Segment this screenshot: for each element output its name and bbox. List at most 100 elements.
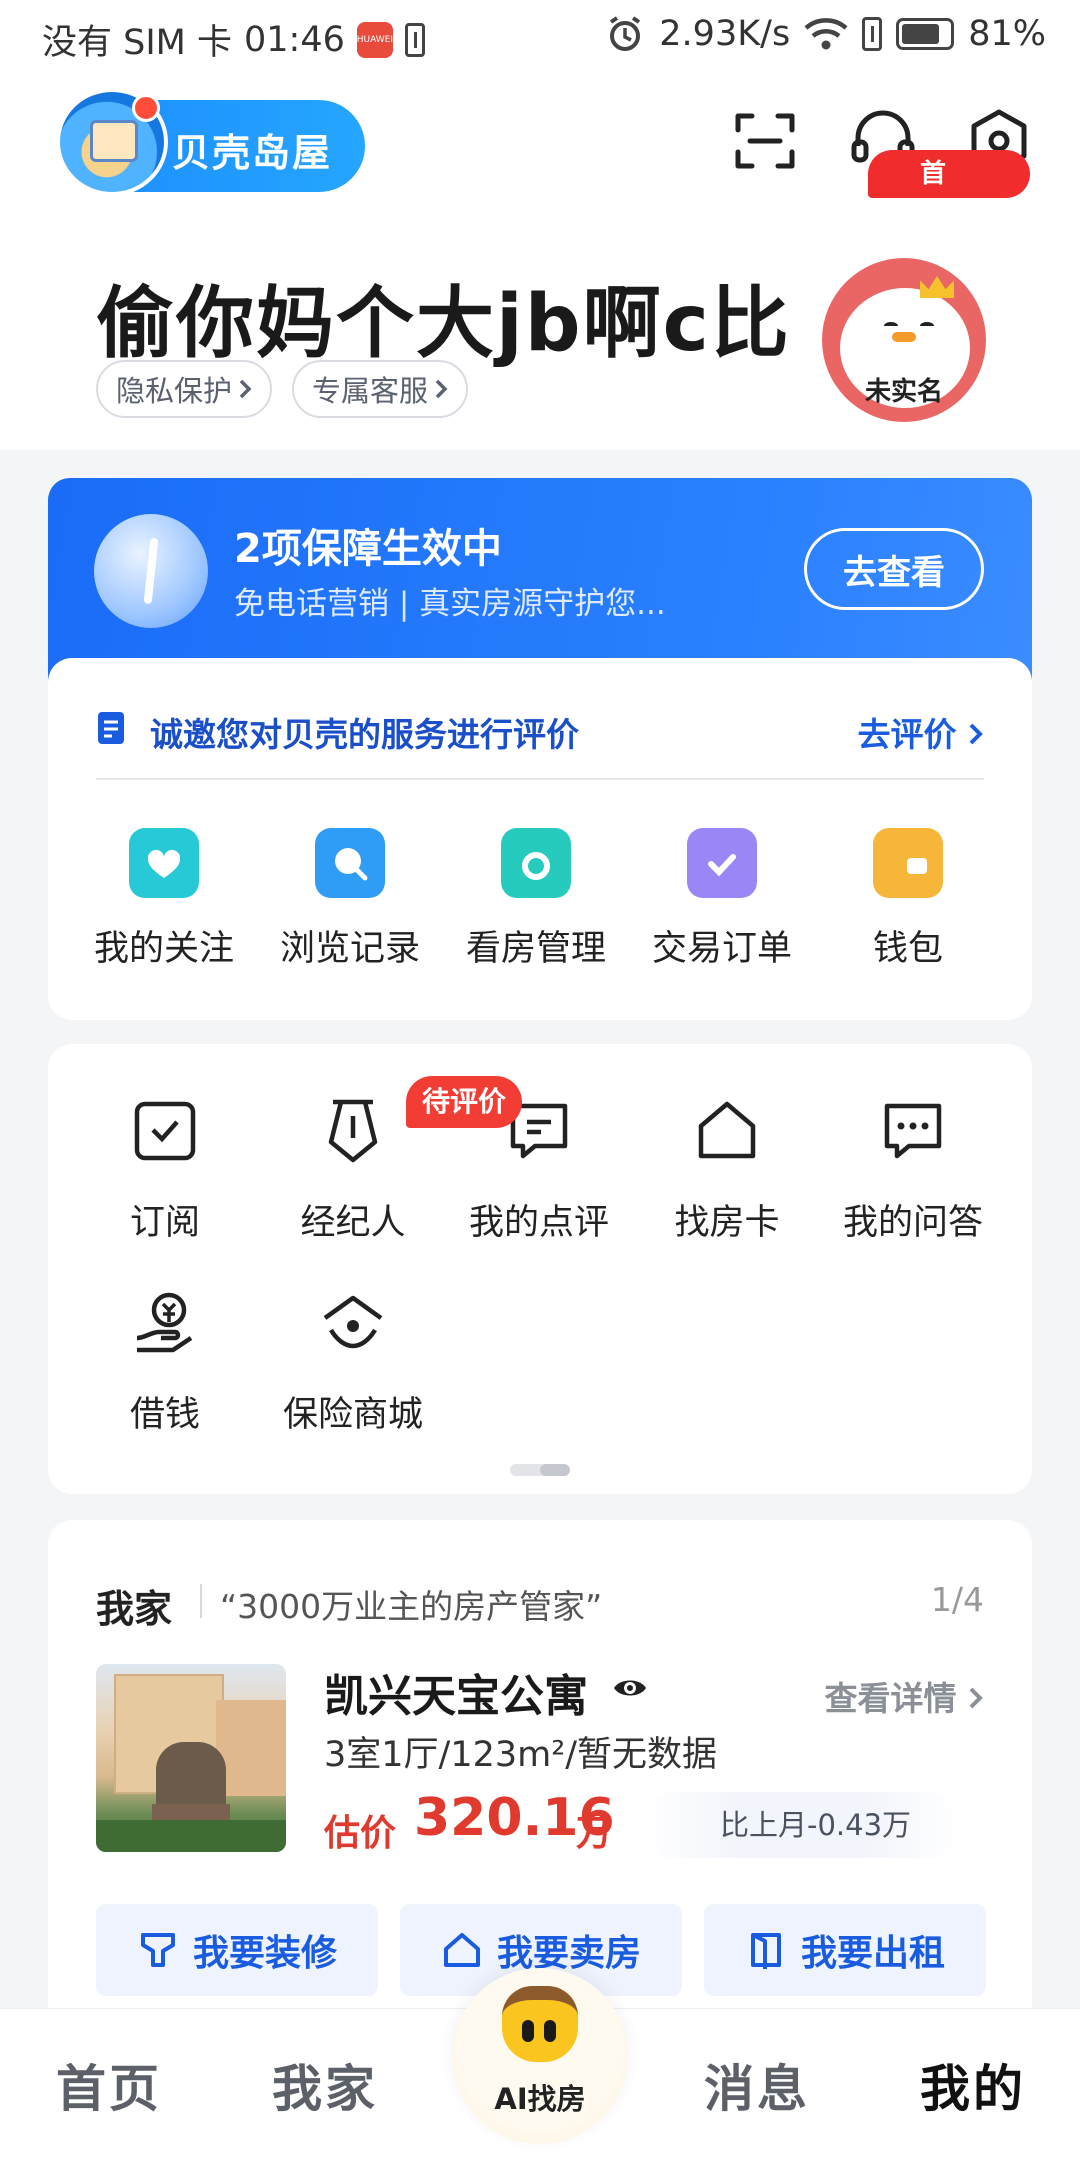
photo-bushes: [96, 1820, 286, 1852]
quick-actions-card: 诚邀您对贝壳的服务进行评价 去评价 我的关注 浏览记录 看房管理 交易订单 钱包: [48, 658, 1032, 1020]
evaluate-link[interactable]: 去评价: [858, 708, 985, 756]
heart-icon: [147, 849, 181, 878]
chevron-right-icon: [239, 379, 252, 399]
tool-label: 借钱: [129, 1395, 200, 1435]
house-icon: [90, 120, 138, 162]
price-label: 估价: [324, 1813, 397, 1854]
chevron-right-icon: [435, 379, 448, 399]
search-icon: [335, 848, 368, 881]
ai-search-button[interactable]: AI找房: [452, 1968, 628, 2144]
tool-label: 找房卡: [674, 1203, 780, 1243]
tool-label: 我的点评: [468, 1203, 609, 1243]
renovate-button[interactable]: 我要装修: [96, 1904, 378, 1996]
divider: [200, 1584, 202, 1618]
alarm-icon: [610, 16, 641, 51]
chevron-right-icon: [969, 1687, 983, 1709]
avatar-eye: [920, 322, 934, 330]
house-outline-icon: [698, 1101, 756, 1159]
huawei-notification-icon: HUAWEI: [357, 21, 393, 58]
quick-action-wallet[interactable]: 钱包: [818, 828, 998, 971]
price-unit: 万: [576, 1813, 613, 1854]
chat-dots-icon: [884, 1103, 942, 1159]
battery-fill: [902, 24, 940, 44]
scan-icon[interactable]: [724, 100, 806, 182]
wallet-clasp-icon: [907, 858, 927, 874]
sim-status: 没有 SIM 卡: [42, 23, 232, 63]
notification-dot: [132, 94, 160, 122]
status-left: 没有 SIM 卡 01:46 HUAWEI: [42, 14, 425, 65]
profile-header: 贝壳岛屋 偷你妈个大jb啊c比 隐私保护 专属客服 未实名: [0, 78, 1080, 450]
estate-name[interactable]: 凯兴天宝公寓: [324, 1660, 588, 1724]
battery-icon: [896, 18, 955, 50]
tool-insurance[interactable]: 保险商城: [260, 1288, 446, 1437]
chevron-right-icon: [969, 723, 983, 745]
rent-out-button[interactable]: 我要出租: [704, 1904, 986, 1996]
service-chip-label: 专属客服: [312, 374, 429, 408]
nav-messages[interactable]: 消息: [704, 2049, 810, 2121]
service-chip[interactable]: 专属客服: [292, 360, 469, 418]
username: 偷你妈个大jb啊c比: [96, 279, 791, 369]
subscribe-icon: [134, 1101, 196, 1161]
quick-action-history[interactable]: 浏览记录: [260, 828, 440, 971]
check-icon: [708, 854, 736, 877]
heart-house-icon: [129, 828, 199, 898]
photo-statue: [156, 1742, 226, 1812]
eye-icon[interactable]: [612, 1674, 648, 1702]
avatar-beak: [892, 332, 916, 342]
tool-house-card[interactable]: 找房卡: [634, 1096, 820, 1245]
nav-mine[interactable]: 我的: [920, 2049, 1026, 2121]
quick-action-orders[interactable]: 交易订单: [632, 828, 812, 971]
quick-action-label: 交易订单: [651, 929, 792, 969]
search-bubble-icon: [315, 828, 385, 898]
tool-label: 我的问答: [842, 1203, 983, 1243]
insurance-icon: [323, 1295, 383, 1349]
logo-text: 贝壳岛屋: [172, 131, 333, 175]
nav-home[interactable]: 首页: [56, 2049, 162, 2121]
nav-my-home[interactable]: 我家: [272, 2049, 378, 2121]
verification-tag: 未实名: [864, 377, 943, 407]
estate-info: 3室1厅/123m²/暂无数据: [324, 1735, 718, 1775]
tool-subscribe[interactable]: 订阅: [72, 1096, 258, 1245]
rent-out-label: 我要出租: [800, 1933, 945, 1974]
view-details-link[interactable]: 查看详情: [825, 1672, 985, 1720]
sell-house-label: 我要卖房: [496, 1933, 641, 1974]
quick-action-label: 钱包: [872, 929, 943, 969]
agent-icon: [328, 1099, 378, 1163]
tool-label: 经纪人: [300, 1203, 406, 1243]
ai-search-label: AI找房: [494, 2082, 586, 2116]
brush-icon: [140, 1933, 175, 1967]
privacy-chip[interactable]: 隐私保护: [96, 360, 273, 418]
folder-circle-icon: [522, 852, 550, 880]
view-protection-button[interactable]: 去查看: [804, 528, 984, 610]
avatar-eye: [884, 322, 898, 330]
property-photo[interactable]: [96, 1664, 286, 1852]
pending-review-badge: 待评价: [406, 1076, 523, 1128]
tools-card: 订阅 经纪人 我的点评 找房卡 我的问答 借钱 保险商城 待评价: [48, 1044, 1032, 1494]
pudding-mascot-icon: [502, 1986, 578, 2062]
protection-subtitle: 免电话营销 | 真实房源守护您...: [234, 586, 666, 622]
divider: [96, 778, 984, 780]
tool-borrow[interactable]: 借钱: [72, 1288, 258, 1437]
quick-action-label: 看房管理: [465, 929, 606, 969]
renovate-label: 我要装修: [192, 1933, 337, 1974]
home-title: 我家: [96, 1587, 173, 1631]
shield-icon: [94, 514, 208, 628]
quick-action-favorites[interactable]: 我的关注: [74, 828, 254, 971]
avatar[interactable]: 未实名: [822, 258, 986, 422]
door-icon: [750, 1933, 781, 1969]
folder-icon: [501, 828, 571, 898]
home-page-counter: 1/4: [930, 1580, 984, 1619]
battery-percent: 81%: [968, 14, 1046, 54]
sim-alert-icon: [862, 17, 883, 51]
page-indicator: [510, 1464, 570, 1476]
loan-icon: [136, 1292, 193, 1353]
tool-qa[interactable]: 我的问答: [820, 1096, 1006, 1245]
status-bar: 没有 SIM 卡 01:46 HUAWEI 2.93K/s 81%: [0, 0, 1080, 78]
wifi-icon: [804, 18, 848, 50]
photo-building: [216, 1700, 286, 1796]
quick-action-viewings[interactable]: 看房管理: [446, 828, 626, 971]
clipboard-check-icon: [687, 828, 757, 898]
wallet-icon: [873, 828, 943, 898]
evaluation-row[interactable]: 诚邀您对贝壳的服务进行评价 去评价: [96, 700, 984, 760]
price-change: 比上月-0.43万: [642, 1792, 960, 1858]
